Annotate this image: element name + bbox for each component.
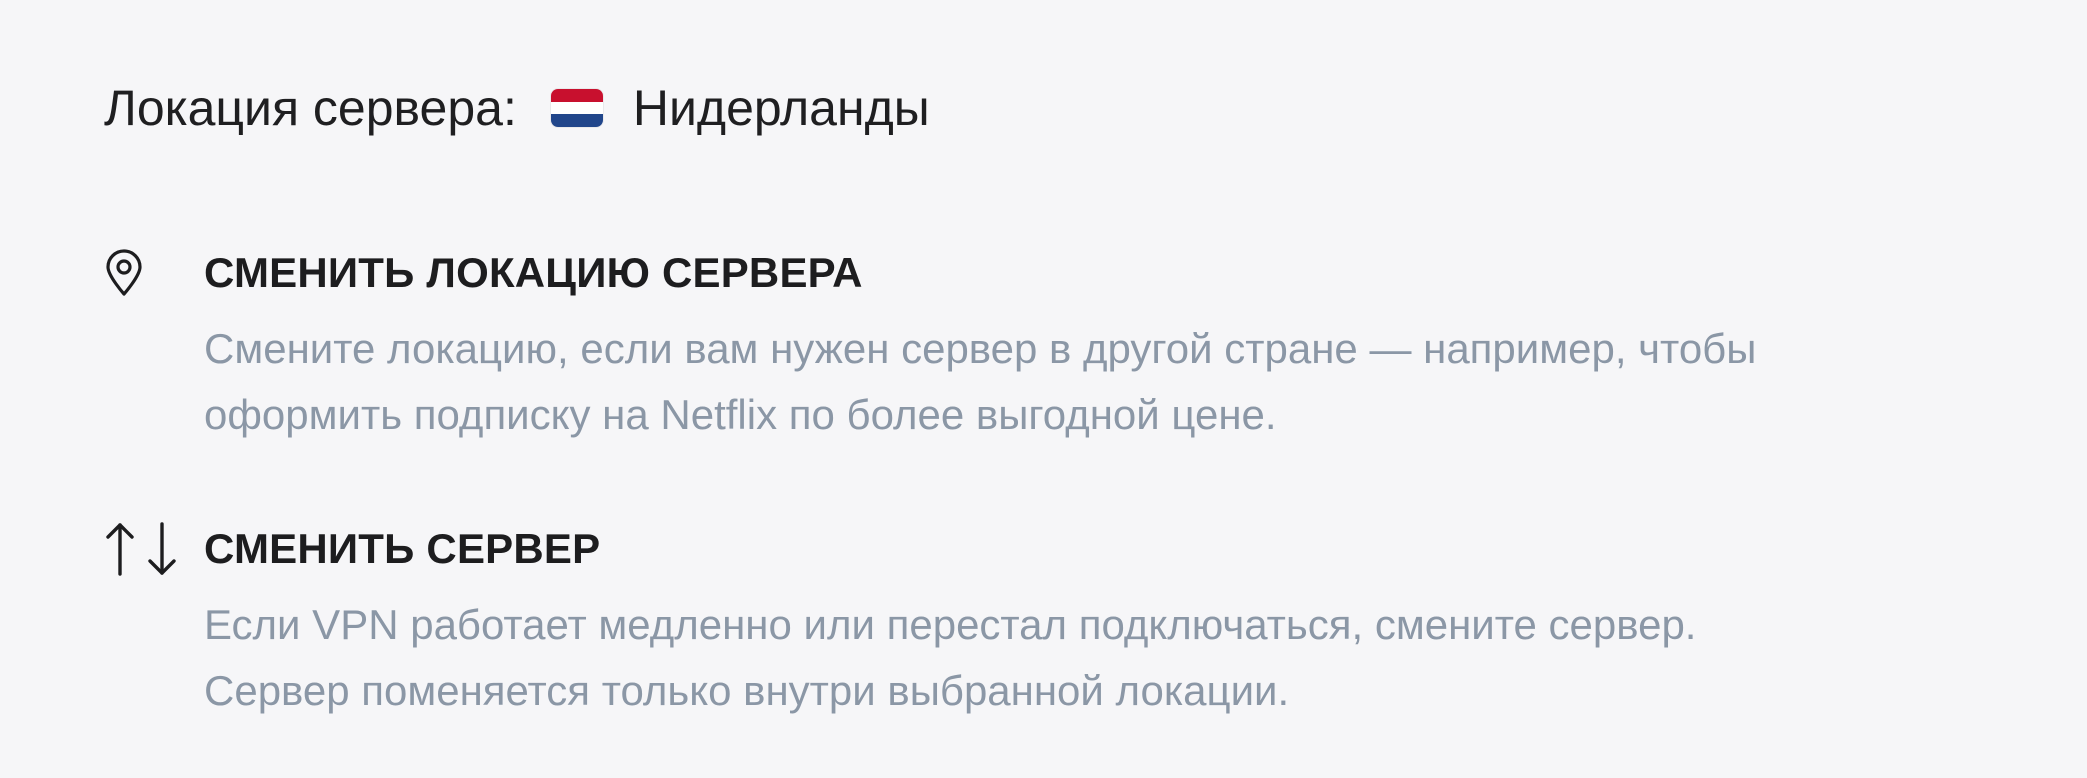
change-location-action[interactable]: СМЕНИТЬ ЛОКАЦИЮ СЕРВЕРА Смените локацию,… — [104, 238, 2024, 448]
server-location-value: Нидерланды — [632, 80, 930, 136]
flag-stripe-bottom — [550, 114, 603, 127]
description-line: Сервер поменяется только внутри выбранно… — [204, 667, 1290, 714]
change-server-action[interactable]: СМЕНИТЬ СЕРВЕР Если VPN работает медленн… — [104, 514, 2024, 724]
server-settings-panel: Локация сервера: Нидерланды СМЕНИТЬ ЛОКА… — [0, 0, 2087, 778]
swap-arrows-icon — [104, 514, 204, 584]
change-location-title[interactable]: СМЕНИТЬ ЛОКАЦИЮ СЕРВЕРА — [204, 249, 863, 297]
change-location-description: Смените локацию, если вам нужен сервер в… — [204, 316, 2064, 448]
change-server-description: Если VPN работает медленно или перестал … — [204, 592, 2064, 724]
flag-stripe-middle — [550, 101, 603, 115]
server-location-label: Локация сервера: — [104, 80, 517, 136]
change-server-title[interactable]: СМЕНИТЬ СЕРВЕР — [204, 525, 600, 573]
description-line: Смените локацию, если вам нужен сервер в… — [204, 325, 1757, 372]
change-location-header[interactable]: СМЕНИТЬ ЛОКАЦИЮ СЕРВЕРА — [104, 238, 2024, 308]
server-location-row: Локация сервера: Нидерланды — [104, 70, 930, 146]
description-line: Если VPN работает медленно или перестал … — [204, 601, 1697, 648]
netherlands-flag-icon — [550, 89, 603, 127]
map-pin-icon — [104, 238, 204, 308]
description-line: оформить подписку на Netflix по более вы… — [204, 391, 1277, 438]
flag-stripe-top — [550, 89, 603, 102]
change-server-header[interactable]: СМЕНИТЬ СЕРВЕР — [104, 514, 2024, 584]
